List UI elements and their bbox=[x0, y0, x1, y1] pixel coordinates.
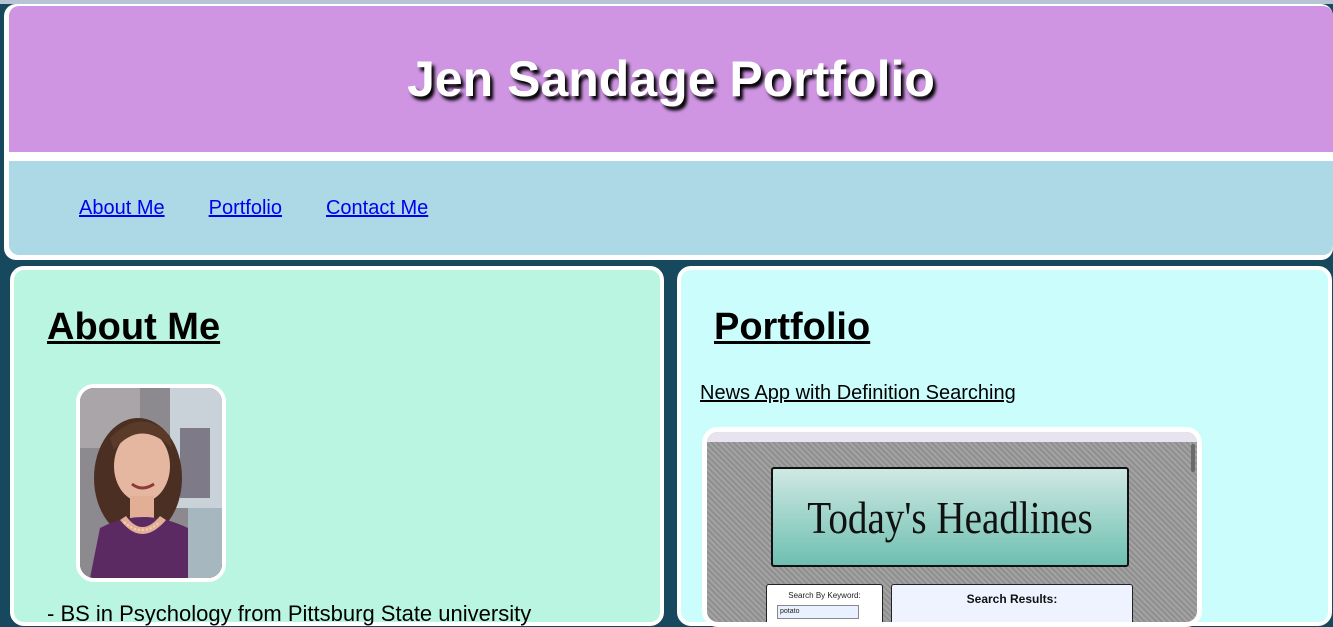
project-screenshot[interactable]: Today's Headlines Search By Keyword: pot… bbox=[702, 427, 1202, 627]
main-nav: About Me Portfolio Contact Me bbox=[9, 161, 1333, 255]
profile-photo-image bbox=[80, 388, 222, 578]
screenshot-results-label: Search Results: bbox=[966, 592, 1058, 606]
screenshot-search-box: Search By Keyword: potato bbox=[766, 584, 883, 622]
portfolio-heading: Portfolio bbox=[714, 306, 871, 348]
about-bullet: - BS in Psychology from Pittsburg State … bbox=[47, 601, 532, 626]
project-link-news-app[interactable]: News App with Definition Searching bbox=[700, 382, 1016, 405]
about-me-heading: About Me bbox=[47, 306, 221, 348]
site-header: Jen Sandage Portfolio About Me Portfolio… bbox=[4, 4, 1333, 260]
screenshot-scrollbar bbox=[1191, 444, 1195, 472]
about-me-section: About Me - BS in Psychology from Pittsbu… bbox=[10, 266, 664, 626]
screenshot-headline: Today's Headlines bbox=[807, 491, 1093, 543]
screenshot-browser-bar bbox=[707, 432, 1197, 442]
screenshot-search-input: potato bbox=[777, 605, 859, 619]
title-banner: Jen Sandage Portfolio bbox=[9, 6, 1333, 152]
site-title: Jen Sandage Portfolio bbox=[407, 51, 935, 107]
screenshot-search-label: Search By Keyword: bbox=[788, 591, 861, 600]
nav-link-about-me[interactable]: About Me bbox=[79, 197, 165, 220]
portfolio-section: Portfolio News App with Definition Searc… bbox=[677, 266, 1332, 627]
nav-link-portfolio[interactable]: Portfolio bbox=[209, 197, 282, 220]
profile-photo bbox=[76, 384, 226, 582]
screenshot-headline-box: Today's Headlines bbox=[771, 467, 1129, 567]
nav-link-contact-me[interactable]: Contact Me bbox=[326, 197, 428, 220]
screenshot-results-box: Search Results: bbox=[891, 584, 1133, 622]
